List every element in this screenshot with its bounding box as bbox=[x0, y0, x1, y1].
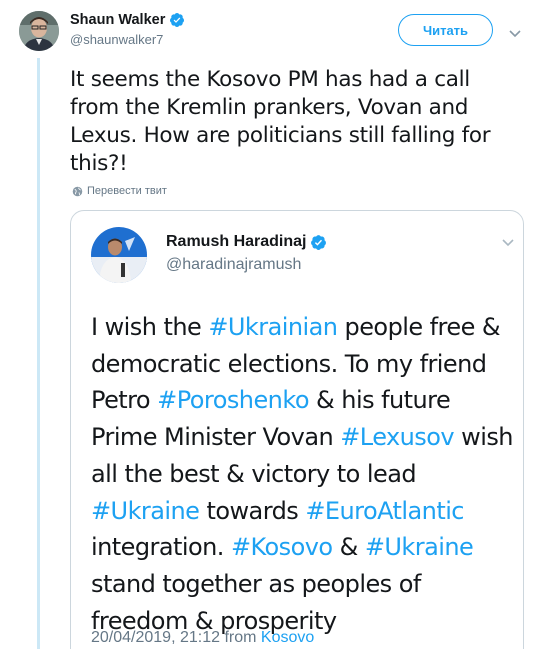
author-handle[interactable]: @shaunwalker7 bbox=[70, 32, 163, 47]
hashtag-link[interactable]: #EuroAtlantic bbox=[305, 497, 464, 525]
author-display-name[interactable]: Shaun Walker bbox=[70, 12, 165, 28]
verified-badge-icon bbox=[311, 234, 327, 250]
quoted-handle[interactable]: @haradinajramush bbox=[166, 256, 301, 274]
hashtag-link[interactable]: #Lexusov bbox=[340, 423, 454, 451]
quoted-tweet-text: I wish the #Ukrainian people free & demo… bbox=[91, 309, 516, 639]
globe-icon bbox=[72, 186, 83, 196]
quoted-tweet[interactable]: Ramush Haradinaj @haradinajramush I wish… bbox=[70, 210, 524, 649]
verified-badge-icon bbox=[170, 13, 185, 27]
quoted-text-segment: stand together as peoples of freedom & p… bbox=[91, 569, 421, 635]
quoted-display-name[interactable]: Ramush Haradinaj bbox=[166, 233, 306, 251]
from-label: from bbox=[224, 629, 257, 646]
follow-button[interactable]: Читать bbox=[398, 14, 493, 46]
quoted-text-segment: integration. bbox=[91, 533, 231, 562]
chevron-down-icon[interactable] bbox=[501, 235, 515, 249]
avatar[interactable] bbox=[19, 11, 59, 51]
quoted-author-name-row[interactable]: Ramush Haradinaj bbox=[166, 233, 327, 251]
author-name-row[interactable]: Shaun Walker bbox=[70, 12, 185, 28]
quoted-text-segment: & bbox=[332, 533, 365, 562]
translate-label[interactable]: Перевести твит bbox=[87, 185, 167, 197]
tweet-text: It seems the Kosovo PM has had a call fr… bbox=[70, 67, 491, 176]
quoted-avatar[interactable] bbox=[91, 227, 147, 283]
hashtag-link[interactable]: #Poroshenko bbox=[157, 386, 309, 414]
quoted-tweet-meta: 20/04/2019, 21:12 from Kosovo bbox=[91, 629, 314, 647]
hashtag-link[interactable]: #Ukraine bbox=[91, 497, 200, 525]
thread-line bbox=[37, 58, 40, 649]
quoted-text-segment: towards bbox=[199, 496, 306, 525]
hashtag-link[interactable]: #Ukrainian bbox=[208, 313, 338, 341]
chevron-down-icon[interactable] bbox=[508, 26, 522, 40]
quoted-text-segment: I wish the bbox=[91, 313, 209, 341]
hashtag-link[interactable]: #Kosovo bbox=[231, 533, 333, 561]
translate-tweet-link[interactable]: Перевести твит bbox=[72, 185, 167, 197]
quoted-timestamp[interactable]: 20/04/2019, 21:12 bbox=[91, 629, 220, 646]
hashtag-link[interactable]: #Ukraine bbox=[365, 533, 474, 561]
location-link[interactable]: Kosovo bbox=[261, 629, 314, 646]
